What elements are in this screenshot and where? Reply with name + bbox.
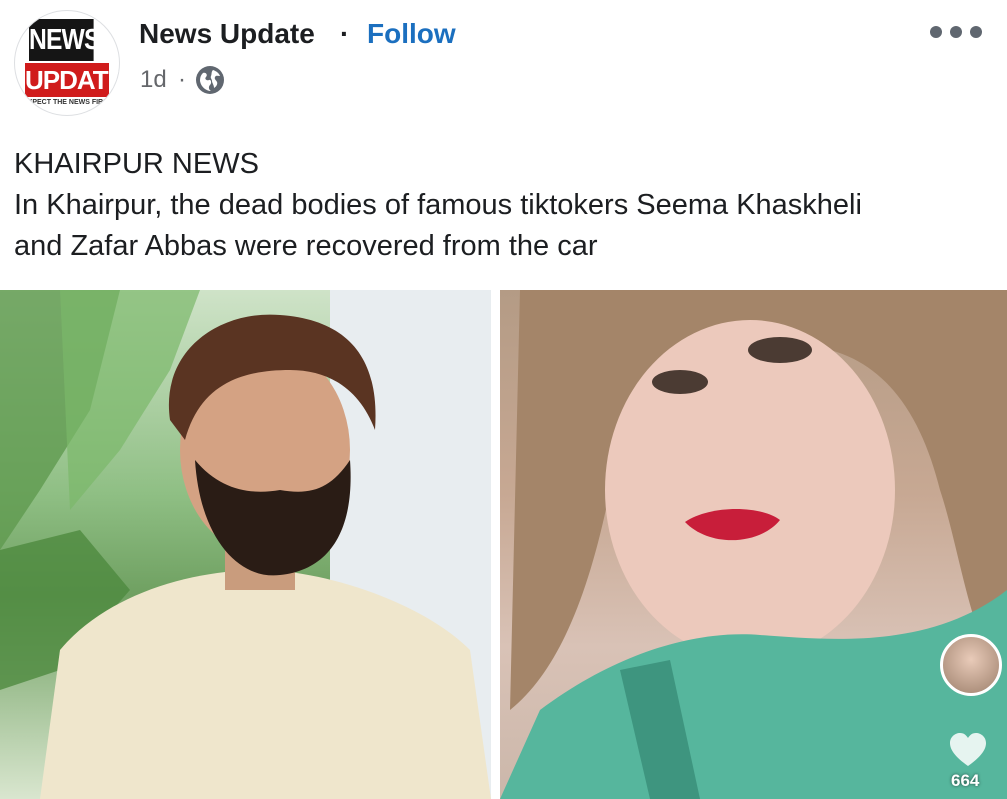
post-photo-right[interactable] [500, 290, 1007, 799]
more-dot [950, 26, 962, 38]
logo-update-text: UPDATE [25, 63, 120, 97]
post-timestamp[interactable]: 1d [140, 64, 167, 96]
name-separator: · [340, 18, 350, 49]
post-photo-left[interactable] [0, 290, 491, 799]
caption-line: and Zafar Abbas were recovered from the … [14, 230, 598, 262]
page-name[interactable]: News Update [139, 17, 315, 51]
like-count: 664 [951, 771, 980, 790]
logo-tagline: EXPECT THE NEWS FIRST [23, 99, 111, 106]
more-dot [970, 26, 982, 38]
more-options-icon[interactable] [930, 22, 982, 42]
logo-news-text: NEWS [29, 19, 100, 61]
page-avatar[interactable]: NEWS UPDATE EXPECT THE NEWS FIRST [14, 10, 120, 116]
creator-avatar[interactable] [940, 634, 1002, 696]
globe-icon [194, 64, 226, 96]
caption-line: In Khairpur, the dead bodies of famous t… [14, 189, 862, 221]
meta-separator: · [178, 66, 186, 93]
caption-line: KHAIRPUR NEWS [14, 148, 259, 180]
post-caption: KHAIRPUR NEWS In Khairpur, the dead bodi… [14, 144, 984, 267]
follow-button[interactable]: Follow [367, 17, 456, 51]
heart-icon[interactable] [948, 730, 988, 770]
more-dot [930, 26, 942, 38]
